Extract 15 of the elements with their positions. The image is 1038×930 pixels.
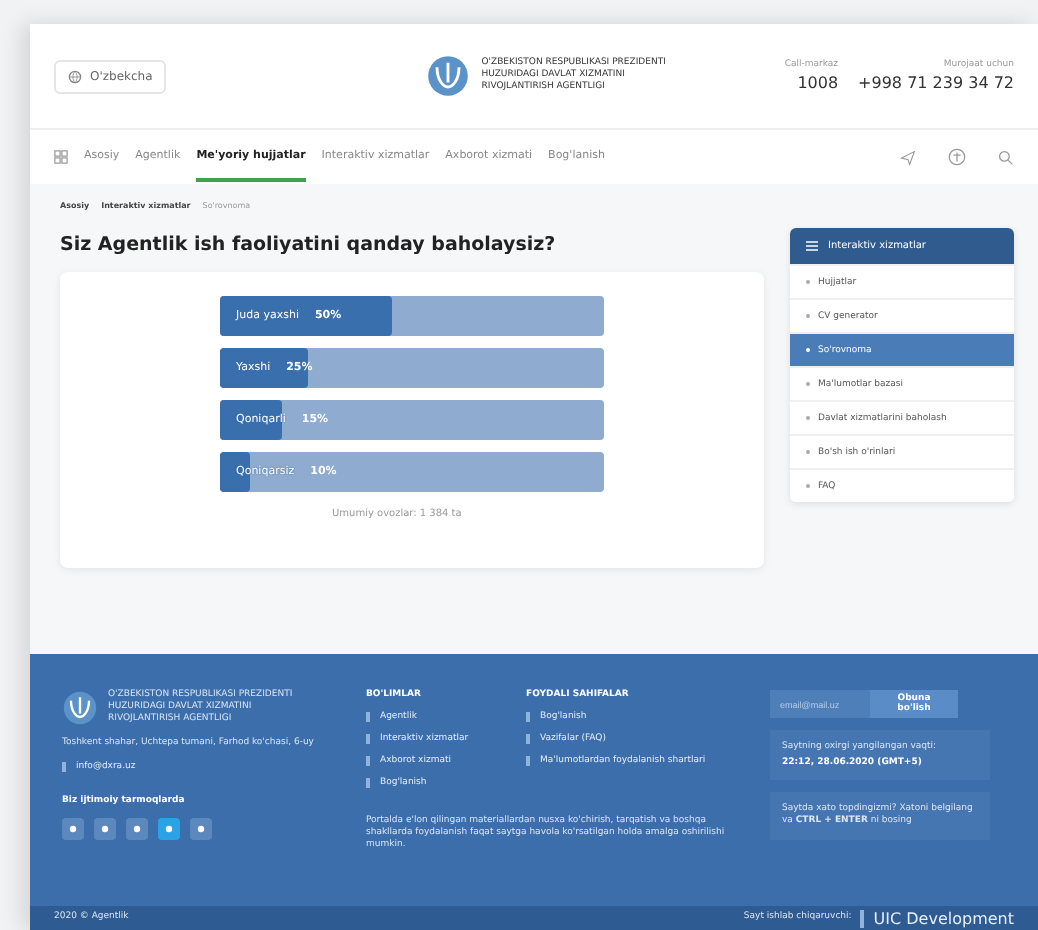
developer-link[interactable]: UIC Development [859, 909, 1014, 927]
social-icon[interactable] [190, 818, 212, 840]
page-title: Siz Agentlik ish faoliyatini qanday baholaysiz? [60, 234, 558, 256]
social-icon[interactable] [62, 818, 84, 840]
search-icon[interactable] [998, 149, 1014, 165]
send-icon[interactable] [900, 149, 916, 165]
social-icon[interactable] [94, 818, 116, 840]
emblem-logo [425, 54, 470, 98]
social-icon[interactable] [158, 818, 180, 840]
social-icon[interactable] [126, 818, 148, 840]
globe-icon [68, 69, 82, 83]
emblem-logo [62, 690, 98, 726]
contact-number[interactable]: 1008 [797, 74, 839, 92]
list-icon [806, 240, 818, 252]
contact-number[interactable]: +998 71 239 34 72 [858, 74, 1014, 92]
